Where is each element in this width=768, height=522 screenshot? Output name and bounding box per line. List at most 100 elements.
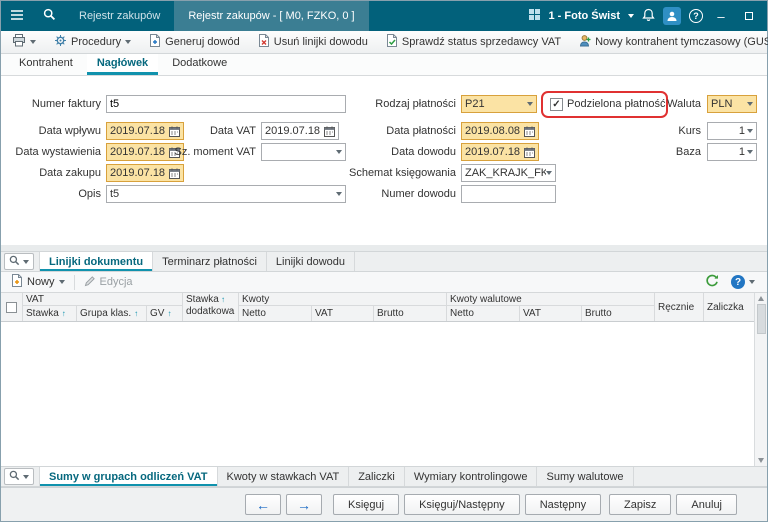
- baza-combo[interactable]: 1: [707, 143, 757, 161]
- sort-icon[interactable]: ↑: [62, 309, 66, 318]
- grid-body-empty[interactable]: [1, 322, 754, 466]
- schemat-ksiegowania-combo[interactable]: ZAK_KRAJK_FK: [461, 164, 556, 182]
- scroll-up-arrow-icon[interactable]: [758, 296, 764, 301]
- group-header-vat[interactable]: VAT: [23, 293, 183, 306]
- column-header-netto-walutowe[interactable]: Netto: [447, 306, 520, 321]
- calendar-icon[interactable]: [524, 147, 535, 158]
- app-grid-icon[interactable]: [528, 8, 541, 24]
- minimize-icon[interactable]: –: [711, 9, 731, 24]
- procedury-button[interactable]: Procedury: [49, 32, 136, 52]
- refresh-icon[interactable]: [705, 274, 719, 290]
- tab-linijki-dokumentu-label: Linijki dokumentu: [49, 255, 144, 268]
- column-header-stawka[interactable]: Stawka ↑: [23, 306, 77, 321]
- sort-icon[interactable]: ↑: [221, 294, 225, 306]
- sort-icon[interactable]: ↑: [167, 309, 171, 318]
- group-header-kwoty-walutowe[interactable]: Kwoty walutowe: [447, 293, 655, 306]
- kurs-value: 1: [738, 125, 745, 137]
- rodzaj-platnosci-combo[interactable]: P21: [461, 95, 537, 113]
- calendar-icon[interactable]: [524, 126, 535, 137]
- column-header-brutto-walutowe[interactable]: Brutto: [582, 306, 655, 321]
- prev-record-button[interactable]: ←: [245, 494, 281, 515]
- data-dowodu-field[interactable]: 2019.07.18: [461, 143, 539, 161]
- scroll-down-arrow-icon[interactable]: [758, 458, 764, 463]
- data-dowodu-label: Data dowodu: [391, 146, 456, 158]
- nastepny-button[interactable]: Następny: [524, 494, 602, 515]
- vertical-scrollbar[interactable]: [754, 293, 767, 466]
- tab-zaliczki[interactable]: Zaliczki: [349, 467, 405, 486]
- column-header-gv[interactable]: GV ↑: [147, 306, 183, 321]
- tab-terminarz-platnosci[interactable]: Terminarz płatności: [153, 252, 267, 271]
- company-selector[interactable]: 1 - Foto Świst: [549, 10, 621, 22]
- sz-moment-vat-combo[interactable]: [261, 143, 346, 161]
- column-header-stawka-dodatkowa[interactable]: Stawka dodatkowa ↑: [183, 293, 239, 321]
- print-button[interactable]: [7, 32, 41, 52]
- help-icon[interactable]: ?: [689, 9, 703, 23]
- tab-sumy-w-grupach-label: Sumy w grupach odliczeń VAT: [49, 470, 208, 483]
- sprawdz-status-vat-button[interactable]: Sprawdź status sprzedawcy VAT: [381, 32, 566, 52]
- help-button[interactable]: ?: [726, 273, 760, 291]
- zapisz-button[interactable]: Zapisz: [609, 494, 672, 515]
- tab-wymiary-kontrolingowe[interactable]: Wymiary kontrolingowe: [405, 467, 538, 486]
- nowy-kontrahent-button[interactable]: Nowy kontrahent tymczasowy (GUS): [574, 32, 768, 52]
- chevron-down-icon[interactable]: [527, 102, 533, 106]
- bell-icon[interactable]: [642, 8, 655, 25]
- tab-sumy-walutowe[interactable]: Sumy walutowe: [537, 467, 634, 486]
- window-tab-rejestr-zakupow[interactable]: Rejestr zakupów: [65, 1, 174, 31]
- calendar-icon[interactable]: [169, 168, 180, 179]
- window-tab-active-document[interactable]: Rejestr zakupów - [ M0, FZKO, 0 ]: [174, 1, 369, 31]
- column-header-zaliczka[interactable]: Zaliczka: [704, 293, 756, 321]
- edit-row-button[interactable]: Edycja: [79, 273, 138, 292]
- chevron-down-icon[interactable]: [628, 14, 634, 18]
- anuluj-button[interactable]: Anuluj: [676, 494, 737, 515]
- select-all-checkbox[interactable]: [6, 301, 17, 313]
- opis-combo[interactable]: t5: [106, 185, 346, 203]
- data-dowodu-value: 2019.07.18: [465, 146, 521, 158]
- column-header-netto[interactable]: Netto: [239, 306, 312, 321]
- waluta-combo[interactable]: PLN: [707, 95, 757, 113]
- new-row-button[interactable]: Nowy: [6, 272, 70, 292]
- tab-linijki-dowodu[interactable]: Linijki dowodu: [267, 252, 355, 271]
- sz-moment-vat-label: Sz. moment VAT: [174, 146, 256, 158]
- calendar-icon[interactable]: [324, 126, 335, 137]
- kurs-combo[interactable]: 1: [707, 122, 757, 140]
- tab-linijki-dokumentu[interactable]: Linijki dokumentu: [39, 252, 154, 271]
- data-vat-field[interactable]: 2019.07.18: [261, 122, 339, 140]
- column-header-vat-walutowe[interactable]: VAT: [520, 306, 582, 321]
- rodzaj-platnosci-value: P21: [465, 98, 485, 110]
- chevron-down-icon[interactable]: [546, 171, 552, 175]
- tab-kontrahent[interactable]: Kontrahent: [9, 54, 83, 75]
- grid-view-settings-button[interactable]: [4, 253, 34, 270]
- data-zakupu-field[interactable]: 2019.07.18: [106, 164, 184, 182]
- tab-dodatkowe[interactable]: Dodatkowe: [162, 54, 237, 75]
- nowy-kontrahent-label: Nowy kontrahent tymczasowy (GUS): [595, 36, 768, 48]
- numer-faktury-input[interactable]: [106, 95, 346, 113]
- podzielona-platnosc-checkbox[interactable]: ✓: [550, 98, 563, 111]
- tab-terminarz-platnosci-label: Terminarz płatności: [162, 255, 257, 268]
- sort-icon[interactable]: ↑: [134, 309, 138, 318]
- group-header-kwoty[interactable]: Kwoty: [239, 293, 447, 306]
- column-header-vat[interactable]: VAT: [312, 306, 374, 321]
- tab-naglowek[interactable]: Nagłówek: [86, 54, 159, 75]
- data-platnosci-label: Data płatności: [386, 125, 456, 137]
- maximize-icon[interactable]: [739, 12, 759, 20]
- column-header-brutto[interactable]: Brutto: [374, 306, 447, 321]
- tab-kwoty-w-stawkach[interactable]: Kwoty w stawkach VAT: [218, 467, 350, 486]
- ksieguj-button[interactable]: Księguj: [333, 494, 400, 515]
- usun-linijki-button[interactable]: Usuń linijki dowodu: [253, 32, 373, 52]
- data-platnosci-field[interactable]: 2019.08.08: [461, 122, 539, 140]
- tab-sumy-w-grupach[interactable]: Sumy w grupach odliczeń VAT: [39, 467, 218, 486]
- scrollbar-thumb[interactable]: [756, 304, 766, 334]
- menu-button[interactable]: [1, 1, 33, 31]
- user-avatar[interactable]: [663, 7, 681, 25]
- numer-dowodu-input[interactable]: [461, 185, 556, 203]
- column-header-grupa-klas[interactable]: Grupa klas. ↑: [77, 306, 147, 321]
- next-record-button[interactable]: →: [286, 494, 322, 515]
- chevron-down-icon[interactable]: [747, 129, 753, 133]
- generuj-dowod-button[interactable]: Generuj dowód: [144, 32, 245, 52]
- ksieguj-nastepny-button[interactable]: Księguj/Następny: [404, 494, 520, 515]
- chevron-down-icon[interactable]: [747, 150, 753, 154]
- column-header-recznie[interactable]: Ręcznie: [655, 293, 704, 321]
- summary-view-settings-button[interactable]: [4, 468, 34, 485]
- chevron-down-icon[interactable]: [747, 102, 753, 106]
- search-button[interactable]: [33, 1, 65, 31]
